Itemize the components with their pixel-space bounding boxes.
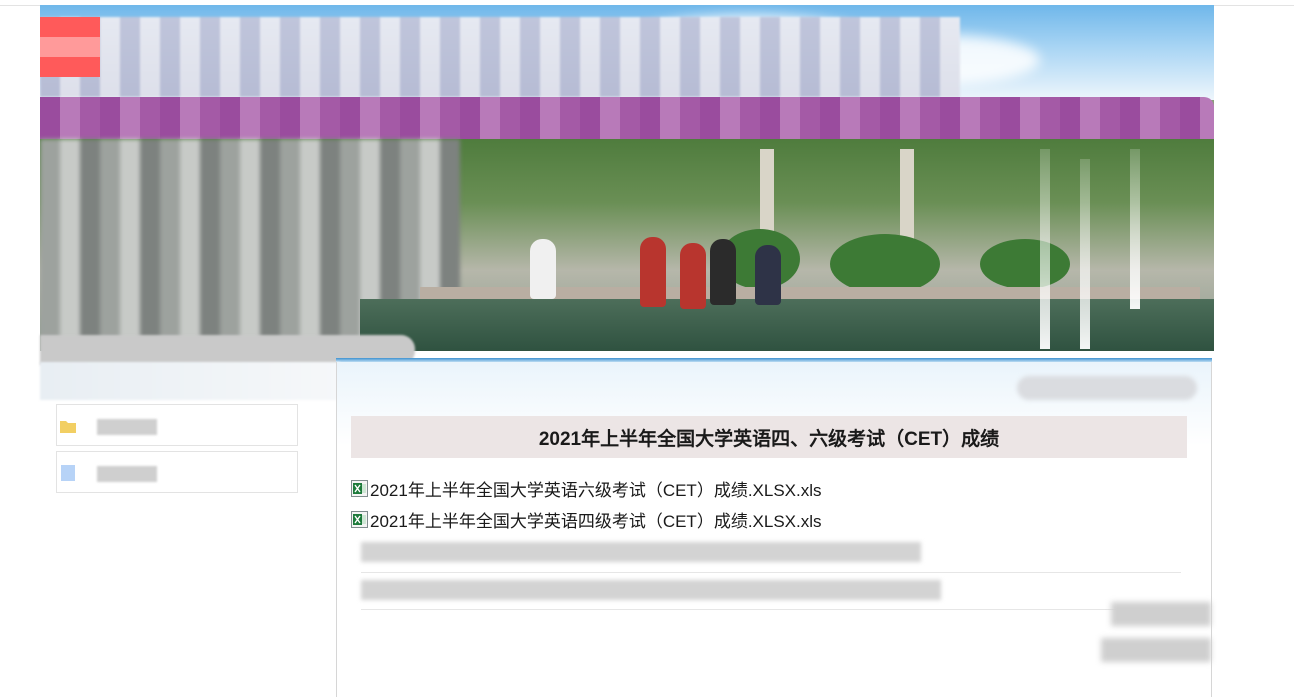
campus-photo xyxy=(40,139,1214,351)
sidebar-item-2[interactable] xyxy=(56,451,298,493)
main-content: 2021年上半年全国大学英语四、六级考试（CET）成绩 2021年上半年全国大学… xyxy=(336,362,1212,697)
redacted-text-line xyxy=(361,542,921,562)
breadcrumb-blurred xyxy=(1017,376,1197,400)
attachment-label: 2021年上半年全国大学英语六级考试（CET）成绩.XLSX.xls xyxy=(370,480,822,500)
article-title: 2021年上半年全国大学英语四、六级考试（CET）成绩 xyxy=(351,416,1187,458)
divider xyxy=(361,609,1181,610)
excel-file-icon xyxy=(351,479,368,497)
attachment-link-cet6[interactable]: 2021年上半年全国大学英语六级考试（CET）成绩.XLSX.xls xyxy=(351,477,822,500)
attachment-link-cet4[interactable]: 2021年上半年全国大学英语四级考试（CET）成绩.XLSX.xls xyxy=(351,508,822,531)
redacted-footer xyxy=(1111,602,1211,626)
attachment-label: 2021年上半年全国大学英语四级考试（CET）成绩.XLSX.xls xyxy=(370,511,822,531)
sidebar-item-label-blurred xyxy=(97,466,157,482)
sidebar-item-1[interactable] xyxy=(56,404,298,446)
redacted-text-line xyxy=(361,580,941,600)
sidebar-header-blurred xyxy=(40,362,340,400)
folder-icon xyxy=(59,417,77,435)
page-icon xyxy=(59,464,77,482)
site-logo-blurred xyxy=(40,17,960,97)
site-banner xyxy=(40,5,1214,351)
sidebar-item-label-blurred xyxy=(97,419,157,435)
logo-emblem-blurred xyxy=(40,17,100,77)
divider xyxy=(361,572,1181,573)
excel-file-icon xyxy=(351,510,368,528)
nav-bar-blurred xyxy=(40,97,1214,139)
redacted-footer xyxy=(1101,638,1211,662)
